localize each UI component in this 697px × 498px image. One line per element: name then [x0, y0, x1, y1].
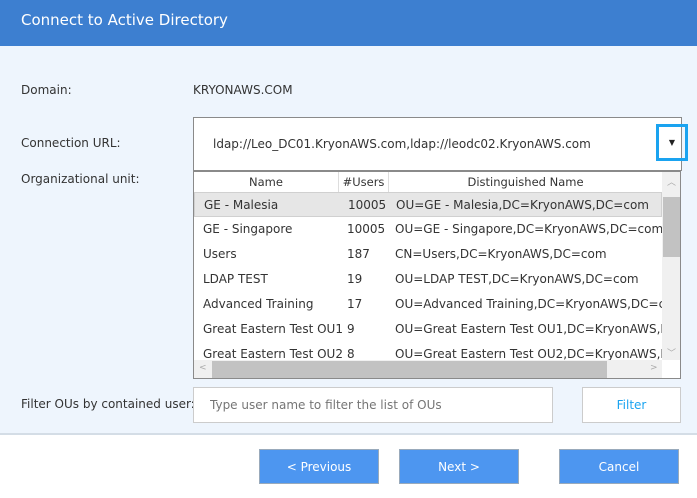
ou-table[interactable]: Name #Users Distinguished Name GE - Male… — [193, 171, 681, 379]
table-row[interactable]: Great Eastern Test OU1 9 OU=Great Eastern … — [194, 317, 662, 342]
column-header-name[interactable]: Name — [194, 172, 339, 192]
table-row[interactable]: GE - Malesia 10005 OU=GE - Malesia,DC=Kryo… — [194, 192, 662, 217]
cell-name: GE - Singapore — [203, 222, 293, 236]
scroll-up-icon[interactable]: ︿ — [667, 175, 676, 188]
table-row[interactable]: GE - Singapore 10005 OU=GE - Singapore,DC=… — [194, 217, 662, 242]
connection-url-dropdown-button[interactable]: ▼ — [656, 124, 688, 161]
cell-users: 187 — [347, 247, 370, 261]
filter-label: Filter OUs by contained user: — [21, 397, 195, 411]
domain-label: Domain: — [21, 83, 72, 97]
cell-dn: OU=Great Eastern Test OU1,DC=KryonAWS,DC… — [395, 322, 662, 336]
vertical-scroll-thumb[interactable] — [663, 197, 680, 257]
cell-users: 9 — [347, 322, 355, 336]
column-header-users[interactable]: #Users — [339, 172, 389, 192]
cell-users: 19 — [347, 272, 363, 286]
cell-dn: OU=GE - Malesia,DC=KryonAWS,DC=com — [396, 198, 649, 212]
scroll-right-icon[interactable]: > — [650, 363, 658, 373]
cancel-button[interactable]: Cancel — [559, 449, 679, 484]
cell-users: 17 — [347, 297, 363, 311]
scroll-down-icon[interactable]: ﹀ — [667, 346, 676, 359]
cell-dn: CN=Users,DC=KryonAWS,DC=com — [395, 247, 607, 261]
table-row[interactable]: Users 187 CN=Users,DC=KryonAWS,DC=com — [194, 242, 662, 267]
ou-label: Organizational unit: — [21, 172, 140, 186]
connection-url-label: Connection URL: — [21, 136, 121, 150]
cell-dn: OU=Advanced Training,DC=KryonAWS,DC=com — [395, 297, 662, 311]
cell-name: Great Eastern Test OU1 — [203, 322, 343, 336]
horizontal-scroll-thumb[interactable] — [212, 361, 607, 378]
cell-users: 10005 — [348, 198, 387, 212]
cell-name: LDAP TEST — [203, 272, 268, 286]
dialog-title: Connect to Active Directory — [21, 11, 228, 29]
cell-name: GE - Malesia — [204, 198, 279, 212]
table-row[interactable]: LDAP TEST 19 OU=LDAP TEST,DC=KryonAWS,DC=c… — [194, 267, 662, 292]
cell-dn: OU=LDAP TEST,DC=KryonAWS,DC=com — [395, 272, 639, 286]
table-row[interactable]: Advanced Training 17 OU=Advanced Training,… — [194, 292, 662, 317]
vertical-scrollbar[interactable]: ︿ ﹀ — [662, 172, 680, 360]
domain-value: KRYONAWS.COM — [193, 83, 293, 97]
cell-users: 10005 — [347, 222, 386, 236]
cell-name: Users — [203, 247, 237, 261]
horizontal-scrollbar[interactable]: < > — [194, 360, 662, 378]
cell-name: Advanced Training — [203, 297, 314, 311]
next-button[interactable]: Next > — [399, 449, 519, 484]
column-header-dn[interactable]: Distinguished Name — [389, 172, 662, 192]
connection-url-value: ldap://Leo_DC01.KryonAWS.com,ldap://leod… — [213, 137, 591, 151]
dialog-header: Connect to Active Directory — [0, 0, 697, 46]
previous-button[interactable]: < Previous — [259, 449, 379, 484]
filter-button[interactable]: Filter — [582, 387, 681, 423]
filter-user-input[interactable] — [193, 387, 553, 423]
cell-dn: OU=GE - Singapore,DC=KryonAWS,DC=com — [395, 222, 662, 236]
connection-url-combobox[interactable]: ldap://Leo_DC01.KryonAWS.com,ldap://leod… — [193, 117, 682, 171]
scroll-left-icon[interactable]: < — [199, 363, 207, 373]
chevron-down-icon: ▼ — [668, 138, 676, 147]
